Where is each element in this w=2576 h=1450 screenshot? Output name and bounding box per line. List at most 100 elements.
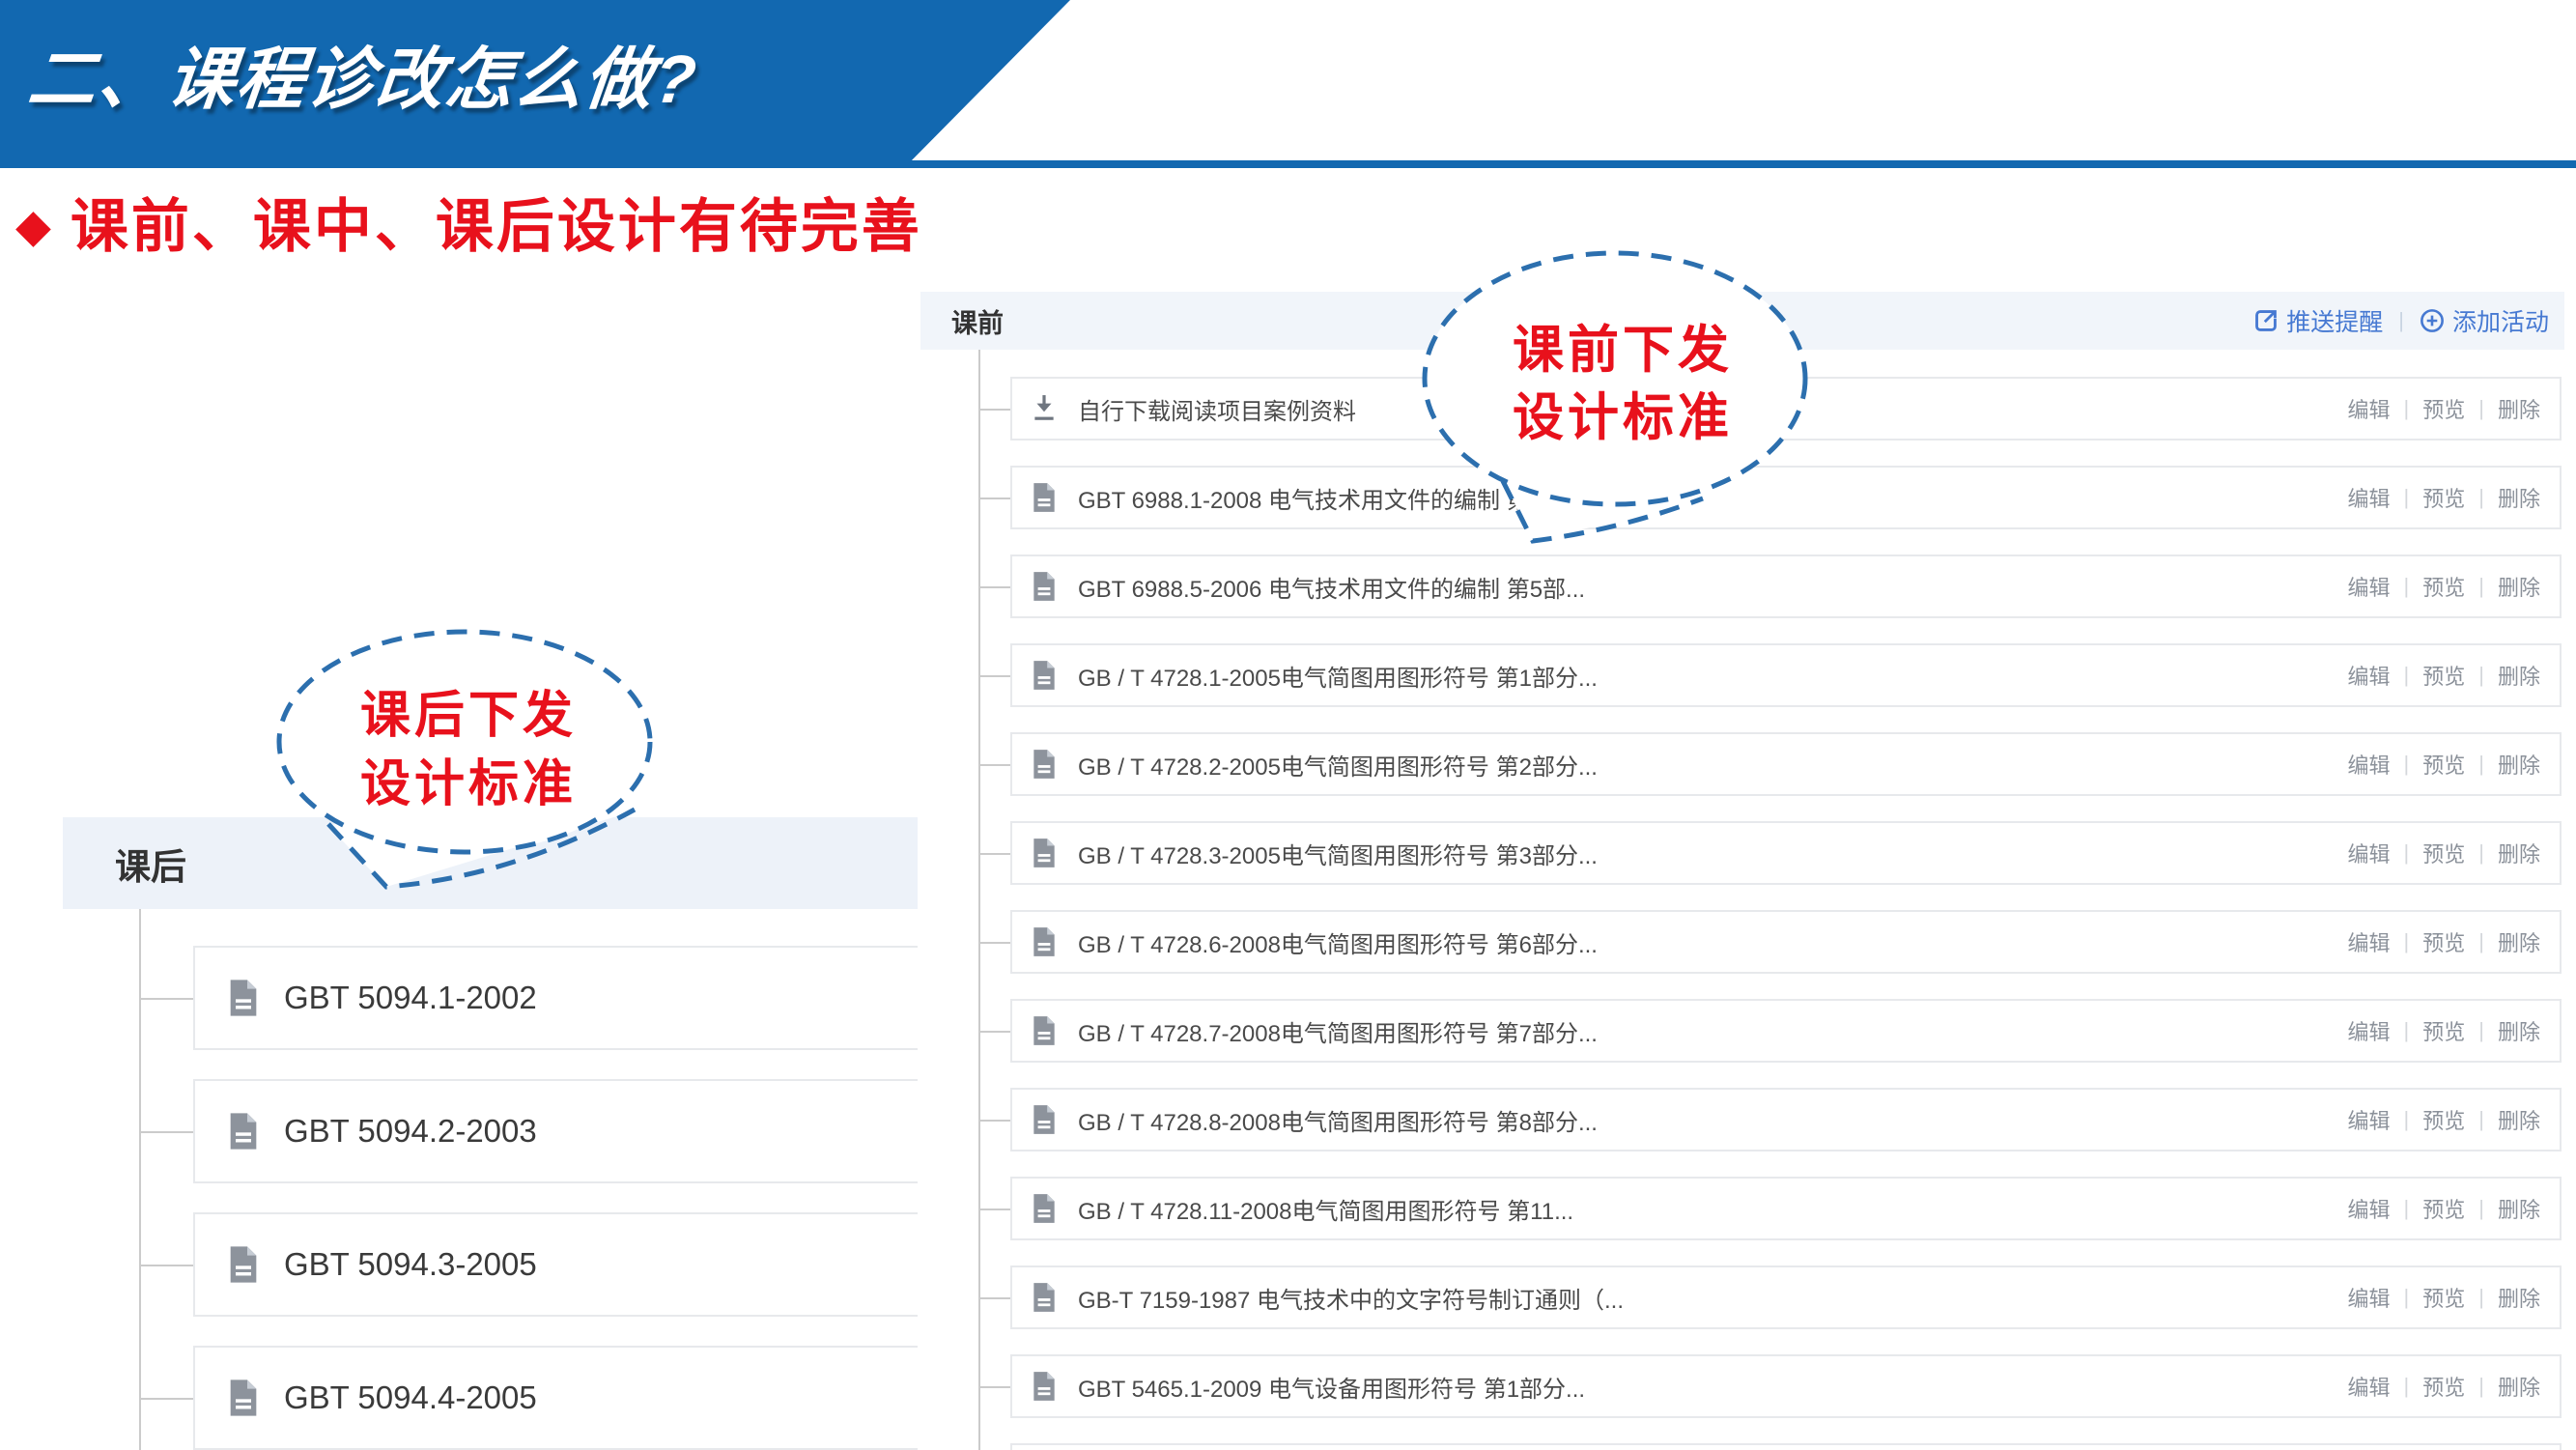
list-item[interactable]: GBT 5094.3-2005 bbox=[193, 1212, 918, 1317]
delete-link[interactable]: 删除 bbox=[2498, 660, 2540, 691]
preview-link[interactable]: 预览 bbox=[2422, 660, 2465, 691]
edit-link[interactable]: 编辑 bbox=[2348, 1015, 2391, 1046]
delete-link[interactable]: 删除 bbox=[2498, 1371, 2540, 1402]
file-icon bbox=[1032, 926, 1057, 957]
edit-link[interactable]: 编辑 bbox=[2348, 838, 2391, 868]
file-title: GBT 5094.2-2003 bbox=[284, 1113, 537, 1150]
delete-link[interactable]: 删除 bbox=[2498, 1015, 2540, 1046]
panel-toolbar: 推送提醒 | 添加活动 bbox=[2253, 292, 2549, 350]
file-title: GBT 5094.3-2005 bbox=[284, 1246, 537, 1283]
edit-link[interactable]: 编辑 bbox=[2348, 1193, 2391, 1224]
preview-link[interactable]: 预览 bbox=[2422, 749, 2465, 780]
separator: | bbox=[2404, 663, 2410, 688]
separator: | bbox=[2478, 929, 2484, 954]
separator: | bbox=[2478, 1196, 2484, 1221]
download-icon bbox=[1032, 394, 1057, 423]
edit-link[interactable]: 编辑 bbox=[2348, 571, 2391, 602]
list-item[interactable]: GBT 5094.2-2003 bbox=[193, 1079, 918, 1183]
row-actions: 编辑 | 预览 | 删除 bbox=[2348, 1001, 2540, 1061]
file-icon bbox=[1032, 1015, 1057, 1046]
file-title: GB / T 4728.6-2008电气简图用图形符号 第6部分... bbox=[1078, 925, 1598, 959]
file-icon bbox=[228, 1379, 259, 1417]
post-class-panel-title: 课后 bbox=[115, 838, 186, 890]
file-icon bbox=[228, 979, 259, 1017]
file-title: GBT 5094.1-2002 bbox=[284, 980, 537, 1016]
preview-link[interactable]: 预览 bbox=[2422, 1282, 2465, 1313]
separator: | bbox=[2404, 1374, 2410, 1399]
list-item[interactable]: GBT 5465.1-2009 电气设备用图形符号 第1部分... 编辑|预览|… bbox=[1010, 1354, 2562, 1418]
delete-link[interactable]: 删除 bbox=[2498, 482, 2540, 513]
delete-link[interactable]: 删除 bbox=[2498, 926, 2540, 957]
separator: | bbox=[2396, 308, 2406, 333]
list-item[interactable]: GB-T 7159-1987 电气技术中的文字符号制订通则（... 编辑|预览|… bbox=[1010, 1265, 2562, 1329]
list-item[interactable]: GB / T 4728.2-2005电气简图用图形符号 第2部分... 编辑 | 预… bbox=[1010, 732, 2562, 796]
edit-link[interactable]: 编辑 bbox=[2348, 1282, 2391, 1313]
file-title: GB / T 4728.2-2005电气简图用图形符号 第2部分... bbox=[1078, 748, 1598, 782]
file-title: 自行下载阅读项目案例资料 bbox=[1078, 392, 1356, 426]
edit-link[interactable]: 编辑 bbox=[2348, 749, 2391, 780]
file-icon bbox=[1032, 838, 1057, 868]
delete-link[interactable]: 删除 bbox=[2498, 1282, 2540, 1313]
separator: | bbox=[2478, 1285, 2484, 1310]
file-icon bbox=[1032, 749, 1057, 780]
preview-link[interactable]: 预览 bbox=[2422, 482, 2465, 513]
separator: | bbox=[2478, 663, 2484, 688]
separator: | bbox=[2478, 752, 2484, 777]
annotation-line2: 设计标准 bbox=[1420, 384, 1826, 452]
preview-link[interactable]: 预览 bbox=[2422, 571, 2465, 602]
tree-line bbox=[139, 909, 141, 1450]
file-title: GBT 5094.4-2005 bbox=[284, 1379, 537, 1416]
push-reminder-link[interactable]: 推送提醒 bbox=[2253, 303, 2383, 338]
separator: | bbox=[2404, 485, 2410, 510]
list-item[interactable]: GB / T 4728.6-2008电气简图用图形符号 第6部分... 编辑 | 预… bbox=[1010, 910, 2562, 974]
row-actions: 编辑|预览|删除 bbox=[2348, 1090, 2540, 1150]
row-actions: 编辑|预览|删除 bbox=[2348, 1267, 2540, 1327]
pre-class-panel-title: 课前 bbox=[951, 302, 1004, 340]
separator: | bbox=[2404, 1018, 2410, 1043]
delete-link[interactable]: 删除 bbox=[2498, 393, 2540, 424]
slide-title: 二、课程诊改怎么做? bbox=[24, 25, 703, 123]
list-item[interactable]: GB / T 4728.7-2008电气简图用图形符号 第7部分... 编辑 | 预… bbox=[1010, 999, 2562, 1063]
delete-link[interactable]: 删除 bbox=[2498, 749, 2540, 780]
delete-link[interactable]: 删除 bbox=[2498, 571, 2540, 602]
delete-link[interactable]: 删除 bbox=[2498, 1104, 2540, 1135]
section-heading-text: 课前、课中、课后设计有待完善 bbox=[71, 184, 922, 270]
edit-link[interactable]: 编辑 bbox=[2348, 660, 2391, 691]
separator: | bbox=[2478, 574, 2484, 599]
edit-link[interactable]: 编辑 bbox=[2348, 393, 2391, 424]
preview-link[interactable]: 预览 bbox=[2422, 1104, 2465, 1135]
row-actions: 编辑|预览|删除 bbox=[2348, 556, 2540, 616]
preview-link[interactable]: 预览 bbox=[2422, 1371, 2465, 1402]
list-item[interactable]: GB / T 4728.1-2005电气简图用图形符号 第1部分... 编辑 | 预… bbox=[1010, 643, 2562, 707]
file-title: GB / T 4728.7-2008电气简图用图形符号 第7部分... bbox=[1078, 1014, 1598, 1048]
annotation-line1: 课后下发 bbox=[275, 682, 662, 751]
file-title: GBT 5465.1-2009 电气设备用图形符号 第1部分... bbox=[1078, 1370, 1585, 1404]
file-icon bbox=[228, 1112, 259, 1151]
preview-link[interactable]: 预览 bbox=[2422, 1193, 2465, 1224]
delete-link[interactable]: 删除 bbox=[2498, 838, 2540, 868]
list-item[interactable]: GB / T 4728.11-2008电气简图用图形符号 第11... 编辑|预… bbox=[1010, 1177, 2562, 1240]
file-title: GB / T 4728.8-2008电气简图用图形符号 第8部分... bbox=[1078, 1103, 1598, 1137]
edit-link[interactable]: 编辑 bbox=[2348, 1371, 2391, 1402]
file-title: GB / T 4728.1-2005电气简图用图形符号 第1部分... bbox=[1078, 659, 1598, 693]
file-icon bbox=[1032, 1104, 1057, 1135]
separator: | bbox=[2478, 1018, 2484, 1043]
preview-link[interactable]: 预览 bbox=[2422, 393, 2465, 424]
edit-link[interactable]: 编辑 bbox=[2348, 1104, 2391, 1135]
preview-link[interactable]: 预览 bbox=[2422, 838, 2465, 868]
edit-link[interactable]: 编辑 bbox=[2348, 926, 2391, 957]
slide-page: 二、课程诊改怎么做? ◆ 课前、课中、课后设计有待完善 课前 推送提醒 | 添加… bbox=[0, 0, 2576, 1450]
row-actions: 编辑|预览|删除 bbox=[2348, 1179, 2540, 1238]
separator: | bbox=[2478, 396, 2484, 421]
delete-link[interactable]: 删除 bbox=[2498, 1193, 2540, 1224]
file-icon bbox=[228, 1245, 259, 1284]
preview-link[interactable]: 预览 bbox=[2422, 1015, 2465, 1046]
add-activity-link[interactable]: 添加活动 bbox=[2420, 303, 2549, 338]
preview-link[interactable]: 预览 bbox=[2422, 926, 2465, 957]
edit-link[interactable]: 编辑 bbox=[2348, 482, 2391, 513]
pre-class-annotation-bubble: 课前下发 设计标准 bbox=[1420, 249, 1826, 578]
list-item[interactable]: GBT 5094.4-2005 bbox=[193, 1346, 918, 1450]
list-item[interactable]: GB / T 4728.3-2005电气简图用图形符号 第3部分... 编辑|预… bbox=[1010, 821, 2562, 885]
list-item[interactable]: GB / T 4728.8-2008电气简图用图形符号 第8部分... 编辑|预… bbox=[1010, 1088, 2562, 1151]
list-item[interactable]: GBT 5094.1-2002 bbox=[193, 946, 918, 1050]
